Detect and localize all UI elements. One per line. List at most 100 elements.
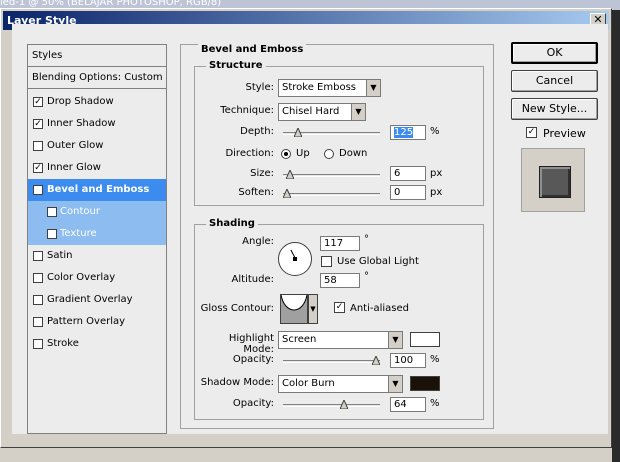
technique-label: Technique: [220,105,274,116]
style-item-texture[interactable]: Texture [28,223,166,245]
style-item-color-overlay[interactable]: Color Overlay [28,267,166,289]
direction-up-radio[interactable] [281,149,291,159]
style-item-outer-glow[interactable]: Outer Glow [28,135,166,157]
highlight-mode-select[interactable]: Screen ▼ [278,331,403,349]
size-slider[interactable] [283,170,380,179]
shadow-mode-value: Color Burn [282,378,335,389]
gloss-contour-label: Gloss Contour: [200,303,274,314]
texture-checkbox[interactable] [47,229,57,239]
style-item-gradient-overlay[interactable]: Gradient Overlay [28,289,166,311]
depth-label: Depth: [240,126,274,137]
inner-shadow-checkbox[interactable]: ✓ [33,119,43,129]
pattern-overlay-checkbox[interactable] [33,317,43,327]
slider-thumb[interactable] [372,356,380,365]
style-item-satin[interactable]: Satin [28,245,166,267]
styles-header[interactable]: Styles [28,45,166,67]
style-item-pattern-overlay[interactable]: Pattern Overlay [28,311,166,333]
stroke-checkbox[interactable] [33,339,43,349]
preview-checkbox[interactable]: ✓ [526,127,537,138]
chevron-down-icon: ▼ [388,332,402,348]
satin-checkbox[interactable] [33,251,43,261]
bevel-emboss-checkbox[interactable]: ✓ [33,185,43,195]
slider-thumb[interactable] [285,170,294,179]
style-item-label: Inner Glow [47,162,101,173]
angle-dial[interactable] [278,242,312,276]
shading-title: Shading [206,218,258,229]
highlight-opacity-unit: % [430,354,440,365]
direction-down-label: Down [339,148,368,159]
style-item-label: Satin [47,250,73,261]
slider-thumb[interactable] [339,400,348,409]
slider-track [283,174,380,177]
altitude-input[interactable]: 58 [320,273,360,288]
style-item-label: Contour [60,206,100,217]
direction-down-radio[interactable] [324,149,334,159]
technique-select[interactable]: Chisel Hard ▼ [278,103,366,121]
contour-checkbox[interactable] [47,207,57,217]
anti-aliased-label: Anti-aliased [350,303,410,314]
style-label: Style: [245,82,275,93]
shadow-mode-select[interactable]: Color Burn ▼ [278,375,403,393]
technique-value: Chisel Hard [282,106,340,117]
style-item-label: Pattern Overlay [47,316,126,327]
style-item-label: Texture [60,228,97,239]
style-item-stroke[interactable]: Stroke [28,333,166,355]
color-overlay-checkbox[interactable] [33,273,43,283]
global-light-checkbox[interactable] [321,256,332,267]
new-style-button[interactable]: New Style... [511,98,598,120]
inner-glow-checkbox[interactable]: ✓ [33,163,43,173]
style-item-inner-shadow[interactable]: ✓ Inner Shadow [28,113,166,135]
style-item-label: Gradient Overlay [47,294,133,305]
shadow-opacity-label: Opacity: [232,398,274,409]
direction-up-label: Up [296,148,310,159]
size-input[interactable]: 6 [390,166,426,181]
ok-button[interactable]: OK [511,42,598,64]
gloss-contour-preview[interactable] [280,294,308,324]
chevron-down-icon: ▼ [351,104,365,120]
depth-input[interactable]: 125 [390,125,426,140]
angle-unit: ° [364,234,369,245]
style-item-inner-glow[interactable]: ✓ Inner Glow [28,157,166,179]
chevron-down-icon: ▼ [366,80,380,96]
slider-track [283,360,380,363]
soften-slider[interactable] [283,189,380,198]
style-item-label: Inner Shadow [47,118,116,129]
preview-swatch [539,166,571,198]
preview-label: Preview [543,127,586,140]
highlight-color-swatch[interactable] [410,332,440,347]
outer-glow-checkbox[interactable] [33,141,43,151]
shadow-opacity-slider[interactable] [283,400,380,409]
shadow-mode-label: Shadow Mode: [200,377,274,388]
slider-thumb[interactable] [283,189,291,198]
slider-thumb[interactable] [293,128,302,137]
cancel-button[interactable]: Cancel [511,70,598,92]
chevron-down-icon: ▼ [388,376,402,392]
shadow-color-swatch[interactable] [410,376,440,391]
style-value: Stroke Emboss [282,82,356,93]
gradient-overlay-checkbox[interactable] [33,295,43,305]
angle-label: Angle: [242,236,274,247]
style-item-drop-shadow[interactable]: ✓ Drop Shadow [28,91,166,113]
style-preview-box [521,148,585,212]
shadow-opacity-input[interactable]: 64 [390,397,426,412]
style-item-label: Color Overlay [47,272,116,283]
highlight-opacity-input[interactable]: 100 [390,353,426,368]
drop-shadow-checkbox[interactable]: ✓ [33,97,43,107]
anti-aliased-checkbox[interactable]: ✓ [334,302,345,313]
altitude-label: Altitude: [231,274,274,285]
style-select[interactable]: Stroke Emboss ▼ [278,79,381,97]
style-item-contour[interactable]: Contour [28,201,166,223]
style-item-bevel-and-emboss[interactable]: ✓ Bevel and Emboss [28,179,166,201]
style-item-label: Bevel and Emboss [47,184,150,195]
highlight-opacity-slider[interactable] [283,356,380,365]
blending-options-item[interactable]: Blending Options: Custom [28,67,166,89]
soften-input[interactable]: 0 [390,185,426,200]
direction-label: Direction: [225,148,274,159]
chevron-down-icon[interactable]: ▼ [308,294,318,324]
global-light-label: Use Global Light [337,256,419,267]
soften-unit: px [430,187,443,198]
contour-curve-icon [280,294,308,323]
angle-input[interactable]: 117 [320,236,360,251]
depth-slider[interactable] [283,128,380,137]
bevel-emboss-title: Bevel and Emboss [198,44,307,55]
